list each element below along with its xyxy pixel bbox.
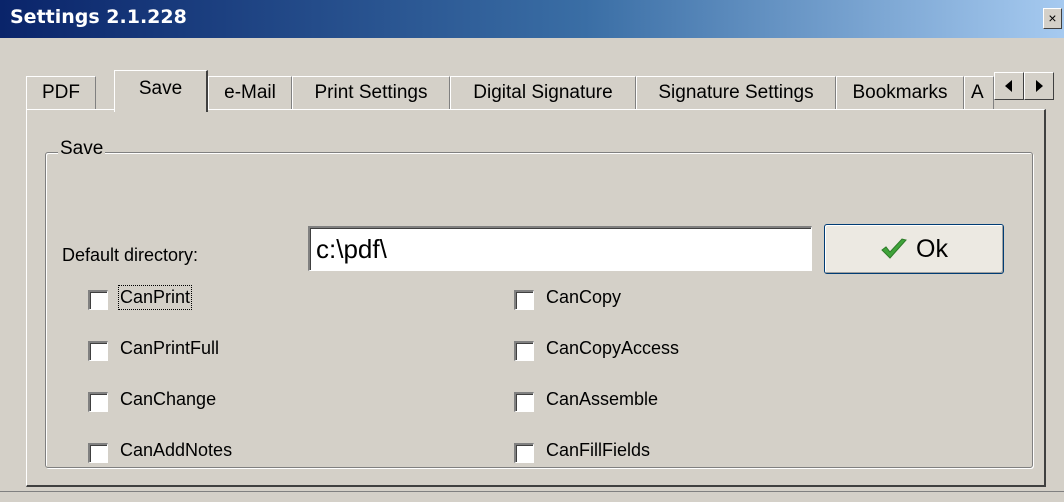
checkbox-box[interactable] (88, 290, 108, 310)
groupbox-label: Save (58, 138, 106, 160)
close-button[interactable]: × (1043, 8, 1062, 29)
ok-button-label: Ok (916, 234, 948, 263)
window-title: Settings 2.1.228 (10, 6, 187, 28)
tab-strip: PDF Save e-Mail Print Settings Digital S… (26, 70, 1054, 112)
ok-button[interactable]: Ok (824, 224, 1004, 274)
checkbox-label: CanFillFields (546, 440, 651, 460)
checkbox-label: CanAddNotes (120, 440, 233, 460)
checkbox-cancopy[interactable]: CanCopy (514, 286, 754, 316)
checkbox-label: CanCopy (546, 287, 622, 307)
checkbox-label: CanPrint (117, 285, 193, 310)
save-tab-panel: Save Default directory: Ok CanPrint CanP… (26, 109, 1046, 487)
checkbox-canfillfields[interactable]: CanFillFields (514, 439, 754, 469)
window-bottom-edge (0, 491, 1064, 502)
tab-save[interactable]: Save (114, 70, 208, 112)
checkbox-box[interactable] (514, 341, 534, 361)
checkbox-label: CanChange (120, 389, 217, 409)
default-directory-input[interactable] (308, 226, 812, 271)
checkbox-box[interactable] (514, 392, 534, 412)
arrow-left-icon (1005, 80, 1012, 92)
checkbox-canaddnotes[interactable]: CanAddNotes (88, 439, 288, 469)
tab-scroll-left-button[interactable] (994, 72, 1024, 100)
settings-window: Settings 2.1.228 × PDF Save e-Mail Print… (0, 0, 1064, 501)
save-groupbox: Save Default directory: Ok CanPrint CanP… (45, 138, 1033, 469)
checkbox-box[interactable] (88, 392, 108, 412)
tab-scroll-buttons (992, 72, 1056, 100)
tab-print-settings[interactable]: Print Settings (292, 76, 450, 110)
checkbox-canprint[interactable]: CanPrint (88, 285, 288, 316)
checkbox-canchange[interactable]: CanChange (88, 388, 288, 418)
checkbox-label: CanPrintFull (120, 338, 220, 358)
tab-signature-settings[interactable]: Signature Settings (636, 76, 836, 110)
default-directory-label: Default directory: (62, 245, 199, 265)
title-bar[interactable]: Settings 2.1.228 × (0, 0, 1064, 38)
checkbox-box[interactable] (514, 443, 534, 463)
checkbox-box[interactable] (88, 443, 108, 463)
tab-truncated[interactable]: A (964, 76, 994, 110)
checkbox-canassemble[interactable]: CanAssemble (514, 388, 754, 418)
checkbox-label: CanAssemble (546, 389, 659, 409)
checkbox-box[interactable] (514, 290, 534, 310)
tab-digital-signature[interactable]: Digital Signature (450, 76, 636, 110)
tab-scroll-right-button[interactable] (1024, 72, 1054, 100)
tab-email[interactable]: e-Mail (208, 76, 292, 110)
tab-bookmarks[interactable]: Bookmarks (836, 76, 964, 110)
checkmark-icon (881, 238, 907, 259)
tab-pdf[interactable]: PDF (26, 76, 96, 110)
checkbox-label: CanCopyAccess (546, 338, 680, 358)
close-icon: × (1048, 10, 1057, 26)
checkbox-canprintfull[interactable]: CanPrintFull (88, 337, 288, 367)
checkbox-box[interactable] (88, 341, 108, 361)
checkbox-cancopyaccess[interactable]: CanCopyAccess (514, 337, 754, 367)
arrow-right-icon (1036, 80, 1043, 92)
